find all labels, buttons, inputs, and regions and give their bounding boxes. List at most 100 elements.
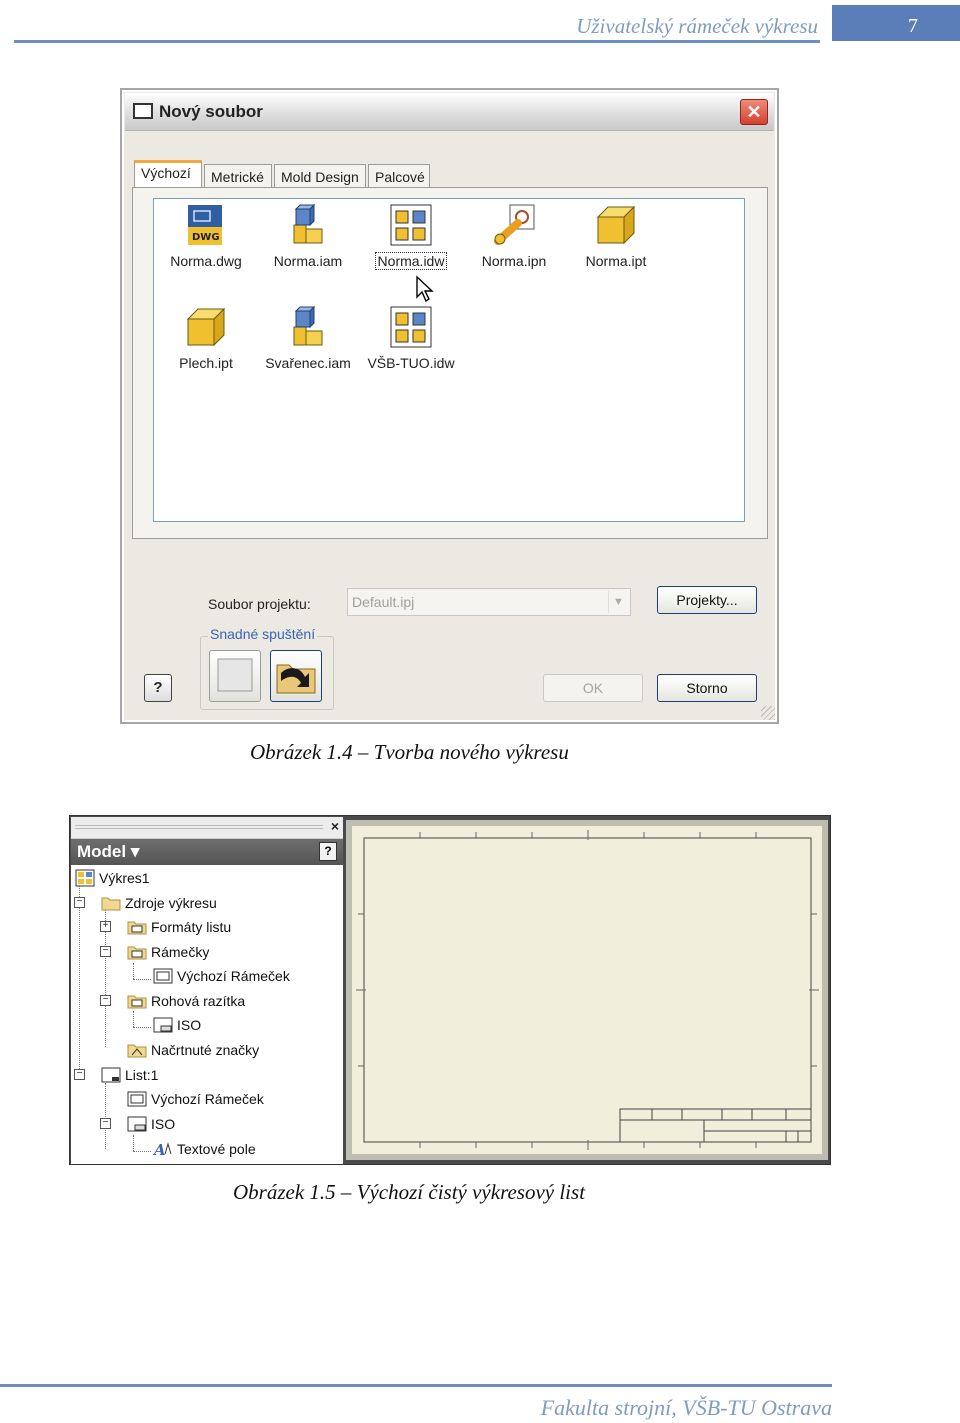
tab-metricke[interactable]: Metrické (204, 164, 272, 188)
template-norma-ipt[interactable]: Norma.ipt (566, 203, 666, 269)
template-label: Norma.idw (374, 252, 448, 270)
browser-title-dropdown[interactable]: Model ▾ (77, 842, 139, 862)
drag-handle[interactable] (75, 825, 323, 829)
tree-item-rohova-razitka[interactable]: Rohová razítka (127, 990, 245, 1012)
tree-collapse-toggle[interactable]: − (100, 946, 111, 957)
browser-header: Model ▾ ? (71, 839, 343, 865)
tree-connector (79, 879, 80, 1075)
footer-rule (0, 1384, 832, 1387)
tab-palcove[interactable]: Palcové (368, 164, 430, 188)
tree-connector (133, 1011, 134, 1027)
drawing-sheet[interactable] (346, 820, 828, 1160)
mouse-cursor-icon (416, 275, 434, 303)
new-file-dialog: Nový soubor ✕ Výchozí Metrické Mold Desi… (120, 88, 779, 724)
close-icon[interactable]: × (331, 818, 339, 834)
title-block-icon (153, 1016, 173, 1034)
template-label: VŠB-TUO.idw (367, 355, 455, 371)
template-norma-iam[interactable]: Norma.iam (258, 203, 358, 269)
tree-item-ramecky[interactable]: Rámečky (127, 941, 209, 963)
tree-expand-toggle[interactable]: + (100, 921, 111, 932)
tree-item-vychozi-ramecek-sheet[interactable]: Výchozí Rámeček (127, 1088, 264, 1110)
tree-collapse-toggle[interactable]: − (100, 1118, 111, 1129)
drawing-environment-screenshot: × Model ▾ ? Výkres1 − Zdroje výkresu + F… (69, 815, 831, 1165)
template-norma-idw[interactable]: Norma.idw (361, 203, 461, 303)
template-label: Norma.ipt (585, 253, 647, 269)
border-icon (153, 967, 173, 985)
new-document-icon (133, 103, 153, 119)
figure-caption-2: Obrázek 1.5 – Výchozí čistý výkresový li… (233, 1180, 586, 1204)
sketch-symbol-icon (127, 1041, 147, 1059)
drawing-doc-icon (75, 869, 95, 887)
template-norma-dwg[interactable]: DWG Norma.dwg (156, 203, 256, 269)
tree-connector (105, 1083, 106, 1149)
tree-item-textove-pole[interactable]: A Textové pole (152, 1138, 256, 1160)
border-icon (127, 1090, 147, 1108)
sheet-border-graphic (356, 830, 819, 1150)
assembly-icon (286, 203, 330, 247)
new-blank-button[interactable] (209, 650, 261, 702)
quick-launch-label: Snadné spuštění (208, 626, 318, 642)
part-icon (184, 305, 228, 349)
assembly-icon (286, 305, 330, 349)
tree-connector (133, 1151, 151, 1152)
tree-item-iso-resource[interactable]: ISO (153, 1014, 201, 1036)
title-block-icon (127, 1115, 147, 1133)
tree-connector (133, 963, 134, 979)
tree-item-zdroje-vykresu[interactable]: Zdroje výkresu (101, 892, 217, 914)
tree-collapse-toggle[interactable]: − (74, 1069, 85, 1080)
project-file-label: Soubor projektu: (208, 596, 311, 612)
header-rule (14, 40, 820, 43)
folder-icon (127, 918, 147, 936)
tree-connector (133, 979, 151, 980)
tree-item-list-1[interactable]: List:1 (101, 1064, 158, 1086)
tree-connector (133, 1135, 134, 1151)
open-folder-icon (276, 664, 316, 694)
tree-item-nacrtnute-znacky[interactable]: Načrtnuté značky (127, 1039, 259, 1061)
tree-connector (133, 1027, 151, 1028)
text-field-icon: A (152, 1140, 173, 1159)
template-plech-ipt[interactable]: Plech.ipt (156, 305, 256, 371)
folder-icon (101, 894, 121, 912)
cancel-button[interactable]: Storno (657, 674, 757, 702)
tab-vychozi[interactable]: Výchozí (134, 160, 202, 189)
folder-icon (127, 992, 147, 1010)
presentation-icon (492, 203, 536, 247)
tree-collapse-toggle[interactable]: − (100, 995, 111, 1006)
tree-item-formaty-listu[interactable]: Formáty listu (127, 916, 231, 938)
drawing-icon (389, 305, 433, 349)
help-icon[interactable]: ? (319, 842, 337, 861)
browser-toolbar: × (71, 817, 343, 839)
tree-item-iso-sheet[interactable]: ISO (127, 1113, 175, 1135)
drawing-icon (389, 203, 433, 247)
dwg-file-icon: DWG (184, 203, 228, 247)
resize-grip-icon[interactable] (761, 706, 775, 720)
template-label: Plech.ipt (179, 355, 233, 371)
tree-collapse-toggle[interactable]: − (74, 897, 85, 908)
dialog-title: Nový soubor (159, 102, 263, 121)
help-button[interactable]: ? (144, 674, 172, 702)
close-button[interactable]: ✕ (740, 99, 768, 125)
template-svarenec-iam[interactable]: Svařenec.iam (258, 305, 358, 371)
open-file-button[interactable] (270, 650, 322, 702)
chevron-down-icon[interactable]: ▼ (608, 591, 628, 613)
part-icon (594, 203, 638, 247)
tab-mold-design[interactable]: Mold Design (274, 164, 366, 188)
template-label: Norma.ipn (481, 253, 547, 269)
project-file-value: Default.ipj (352, 594, 415, 610)
folder-icon (127, 943, 147, 961)
ok-button[interactable]: OK (543, 674, 643, 702)
footer-text: Fakulta strojní, VŠB-TU Ostrava (540, 1395, 832, 1420)
template-list: DWG Norma.dwg Norma.iam Norma.idw Norma.… (153, 198, 745, 522)
template-vsb-tuo-idw[interactable]: VŠB-TUO.idw (361, 305, 461, 371)
blank-document-icon (217, 658, 253, 692)
template-norma-ipn[interactable]: Norma.ipn (464, 203, 564, 269)
tree-item-vychozi-ramecek[interactable]: Výchozí Rámeček (153, 965, 290, 987)
projects-button[interactable]: Projekty... (657, 586, 757, 614)
template-label: Norma.dwg (170, 253, 242, 269)
tab-panel: DWG Norma.dwg Norma.iam Norma.idw Norma.… (132, 187, 768, 539)
template-label: Svařenec.iam (265, 355, 351, 371)
tree-item-vykres1[interactable]: Výkres1 (75, 867, 150, 889)
page-number: 7 (832, 5, 960, 41)
dialog-titlebar: Nový soubor ✕ (125, 93, 774, 131)
project-file-select[interactable]: Default.ipj ▼ (347, 588, 631, 616)
